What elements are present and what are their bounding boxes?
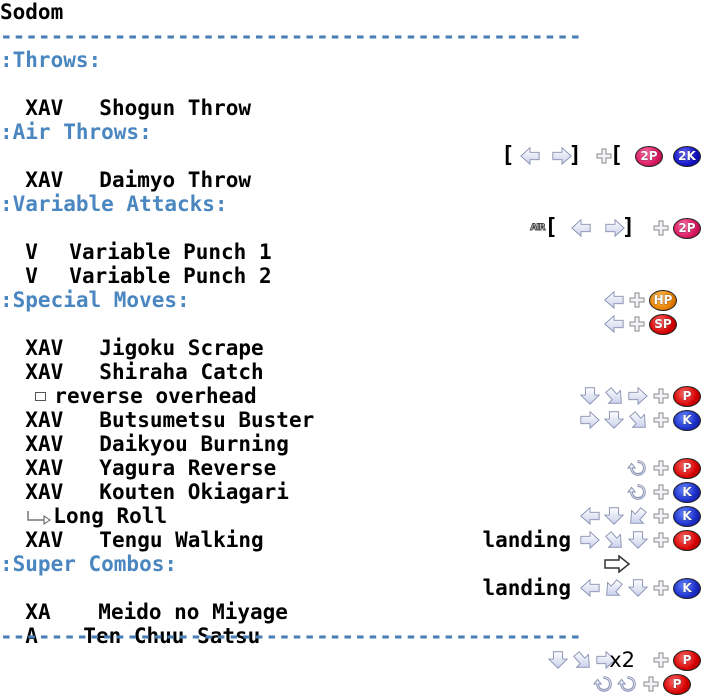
left-arrow-icon (603, 290, 625, 310)
move-command: P (593, 672, 691, 696)
separator-top: ----------------------------------------… (0, 24, 582, 48)
move-version: V (25, 264, 38, 288)
move-row: XAV Kouten Okiagari landing P (0, 456, 705, 552)
plus-icon (643, 676, 659, 692)
section-variable-attacks: :Variable Attacks: (0, 192, 228, 216)
move-command: landing P (482, 528, 701, 552)
move-command: HP (603, 288, 677, 312)
move-row: XAV Jigoku Scrape P (0, 312, 705, 407)
separator-bottom: ----------------------------------------… (0, 624, 582, 648)
section-super-combos: :Super Combos: (0, 552, 178, 576)
plus-icon (653, 532, 669, 548)
move-row: A Ten Chuu Satsu P (0, 600, 705, 695)
move-command: x2 P (547, 648, 701, 672)
down-arrow-icon (627, 530, 649, 550)
move-row: V Variable Punch 2 SP (0, 240, 705, 335)
move-row: XAV Daikyou Burning K (0, 408, 705, 503)
move-version: XAV (25, 96, 64, 120)
section-special-moves: :Special Moves: (0, 288, 190, 312)
move-row: XAV Yagura Reverse K (0, 432, 705, 527)
move-name: Variable Punch 2 (69, 264, 272, 288)
move-row: V Variable Punch 1 HP (0, 216, 705, 311)
move-condition: landing (482, 528, 571, 552)
move-version: XAV (25, 528, 64, 552)
move-row: XA Meido no Miyage x2 P (0, 576, 705, 672)
hp-button-icon: HP (649, 289, 677, 311)
down-right-arrow-icon (603, 530, 625, 550)
repeat-count: x2 (609, 648, 635, 672)
move-name: Shogun Throw (99, 96, 252, 120)
move-name: Daimyo Throw (99, 168, 252, 192)
down-right-arrow-icon (571, 650, 593, 670)
move-row: XAV Daimyo Throw AIR [ ] 2P (0, 144, 705, 240)
move-row: XAV Tengu Walking landing K (0, 504, 705, 600)
plus-icon (629, 292, 645, 308)
move-note-row: reverse overhead (0, 360, 705, 408)
plus-icon (653, 652, 669, 668)
punch-button-icon: P (673, 649, 701, 671)
right-arrow-outline-icon (603, 555, 631, 573)
character-name: Sodom (0, 0, 64, 24)
360-motion-icon (593, 674, 615, 694)
punch-button-icon: P (673, 529, 701, 551)
punch-button-icon: P (663, 673, 691, 695)
right-arrow-icon (579, 530, 601, 550)
move-version: XAV (25, 168, 64, 192)
360-motion-icon (617, 674, 639, 694)
down-arrow-icon (547, 650, 569, 670)
move-row: XAV Butsumetsu Buster P (0, 384, 705, 479)
move-followup-row: Long Roll (0, 480, 705, 504)
section-air-throws: :Air Throws: (0, 120, 152, 144)
move-name: Tengu Walking (99, 528, 264, 552)
move-row: XAV Shogun Throw [ ] [ 2P 2K (0, 72, 705, 168)
move-command (603, 552, 631, 576)
section-throws: :Throws: (0, 48, 102, 72)
move-row: XAV Shiraha Catch K (0, 336, 705, 431)
